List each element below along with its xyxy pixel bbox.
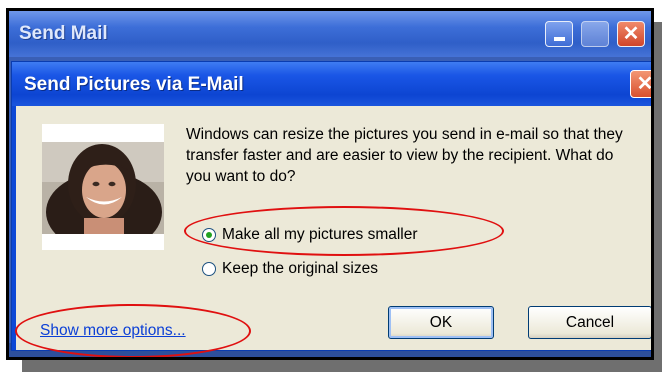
dialog-title: Send Pictures via E-Mail	[24, 74, 244, 95]
ok-button[interactable]: OK	[388, 306, 494, 339]
screenshot-frame: Send Mail ✕ Send Pictures via E-Mail ✕ W…	[6, 8, 654, 360]
dialog-close-button[interactable]: ✕	[630, 70, 654, 98]
send-mail-close-button[interactable]: ✕	[617, 21, 645, 47]
radio-unselected-icon[interactable]	[202, 262, 216, 276]
dialog-message: Windows can resize the pictures you send…	[186, 126, 623, 185]
maximize-button[interactable]	[581, 21, 609, 47]
dialog-titlebar: Send Pictures via E-Mail ✕	[12, 62, 654, 106]
minimize-icon	[554, 37, 565, 41]
minimize-button[interactable]	[545, 21, 573, 47]
close-icon: ✕	[622, 23, 640, 45]
send-mail-titlebar: Send Mail ✕	[9, 11, 651, 57]
highlight-ellipse-link	[15, 304, 251, 357]
option-keep-original[interactable]: Keep the original sizes	[202, 260, 378, 278]
cancel-button[interactable]: Cancel	[528, 306, 651, 339]
frame-shadow	[22, 358, 658, 372]
send-mail-title: Send Mail	[19, 23, 108, 44]
portrait-photo	[42, 142, 164, 234]
highlight-ellipse-option	[184, 206, 504, 256]
close-icon: ✕	[636, 73, 654, 95]
picture-thumbnail	[42, 124, 164, 250]
option-keep-original-label: Keep the original sizes	[222, 260, 378, 277]
